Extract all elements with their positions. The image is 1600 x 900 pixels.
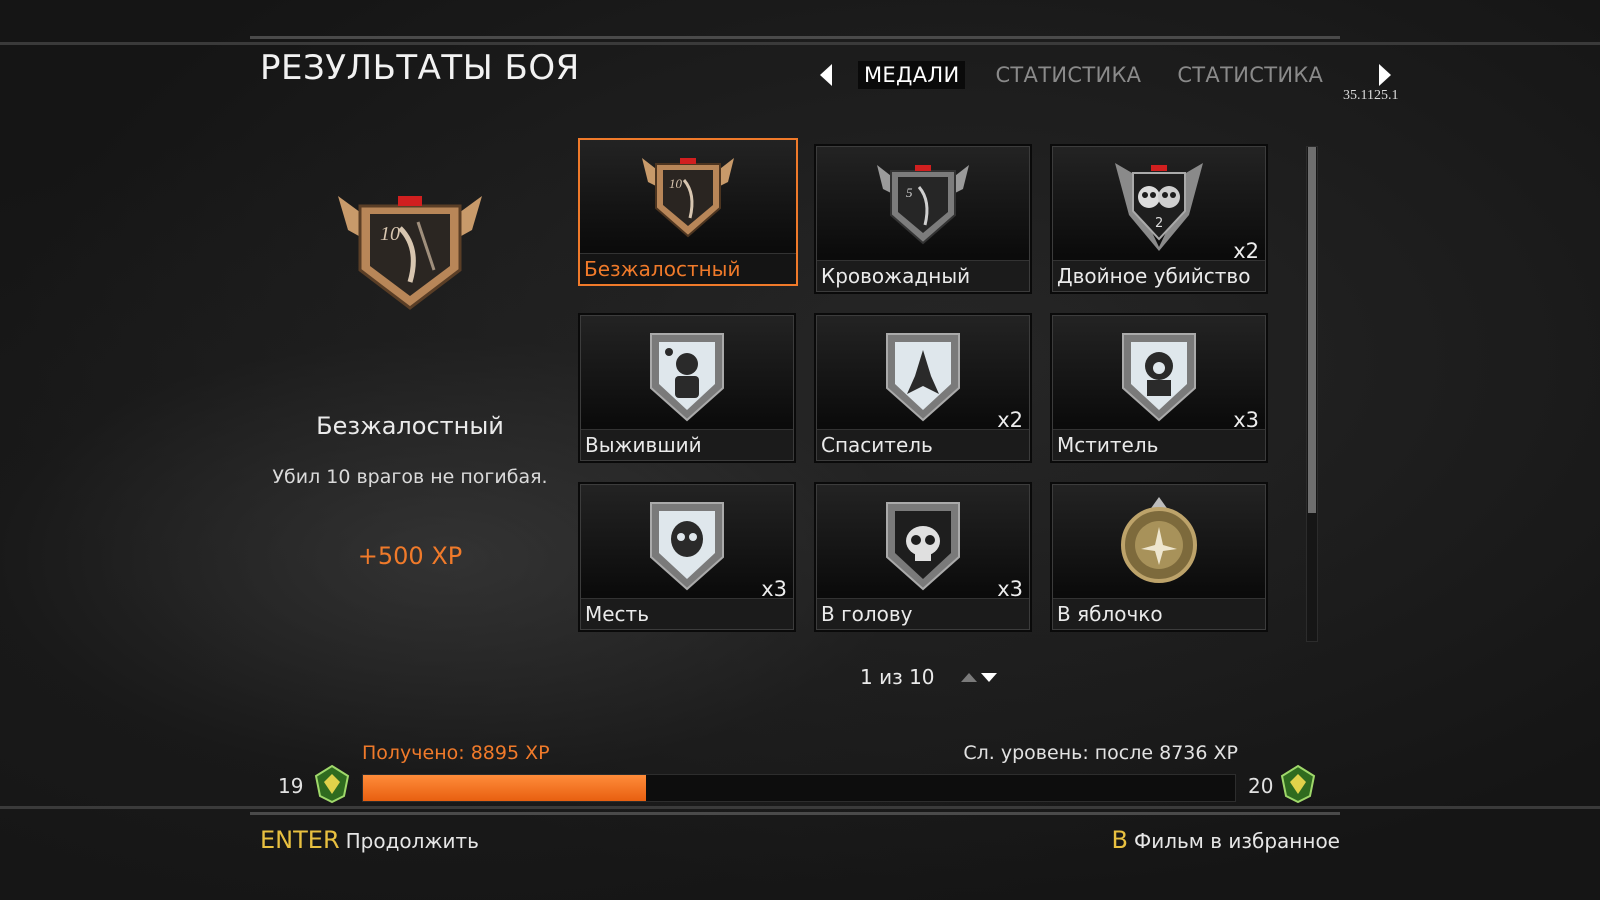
rank-insignia-icon [314, 764, 350, 804]
page-title: РЕЗУЛЬТАТЫ БОЯ [260, 48, 580, 88]
medal-tile-avenger[interactable]: x3 Мститель [1052, 315, 1266, 461]
current-level-number: 19 [278, 774, 304, 798]
xp-earned-label: Получено: 8895 XP [362, 742, 550, 764]
tab-prev-arrow-icon[interactable] [820, 64, 832, 86]
svg-text:10: 10 [669, 176, 683, 191]
tab-bar: МЕДАЛИ СТАТИСТИКА СТАТИСТИКА [820, 60, 1392, 90]
double-kill-medal-icon: 2 [1115, 163, 1203, 251]
pager-down-arrow-icon[interactable] [980, 672, 997, 682]
medal-tile-double-kill[interactable]: 2 x2 Двойное убийство [1052, 146, 1266, 292]
medal-label: Безжалостный [580, 253, 796, 284]
medal-label: В яблочко [1053, 598, 1265, 629]
xp-next-level-label: Сл. уровень: после 8736 XP [963, 742, 1238, 764]
pager-text: 1 из 10 [860, 665, 935, 689]
version-label: 35.1125.1 [1343, 88, 1399, 103]
medal-label: Спаситель [817, 429, 1029, 460]
continue-button[interactable]: ENTER Продолжить [260, 826, 479, 854]
medal-label: Мститель [1053, 429, 1265, 460]
survivor-medal-icon [650, 333, 724, 422]
tab-next-arrow-icon[interactable] [1379, 64, 1392, 86]
selected-medal-xp: +500 XP [357, 542, 463, 570]
avenger-medal-icon [1122, 333, 1196, 422]
medal-label: Двойное убийство [1053, 260, 1265, 291]
continue-label: Продолжить [345, 829, 479, 853]
medal-tile-savior[interactable]: x2 Спаситель [816, 315, 1030, 461]
save-film-label: Фильм в избранное [1134, 829, 1340, 853]
tab-medals[interactable]: МЕДАЛИ [858, 61, 966, 89]
medal-label: Месть [581, 598, 793, 629]
ruthless-medal-icon: 10 [642, 158, 734, 238]
savior-medal-icon [886, 333, 960, 422]
medal-label: Выживший [581, 429, 793, 460]
bottom-frame-notch [250, 812, 1340, 815]
bullseye-medal-icon [1121, 497, 1197, 583]
selected-medal-name: Безжалостный [316, 412, 504, 440]
medal-tile-bloodthirsty[interactable]: 5 Кровожадный [816, 146, 1030, 292]
next-rank-insignia-icon [1280, 764, 1316, 804]
svg-text:10: 10 [380, 223, 400, 245]
revenge-medal-icon [650, 502, 724, 591]
selected-medal-description: Убил 10 врагов не погибая. [272, 466, 548, 488]
medal-tile-survivor[interactable]: Выживший [580, 315, 794, 461]
tab-statistics-2[interactable]: СТАТИСТИКА [1171, 61, 1329, 89]
medal-label: В голову [817, 598, 1029, 629]
b-key-label: B [1111, 826, 1128, 854]
scrollbar-thumb[interactable] [1308, 147, 1316, 513]
xp-progress-fill [363, 775, 647, 801]
headshot-medal-icon [886, 502, 960, 591]
medal-tile-bullseye[interactable]: В яблочко [1052, 484, 1266, 630]
next-level-number: 20 [1248, 774, 1274, 798]
tab-statistics-1[interactable]: СТАТИСТИКА [989, 61, 1147, 89]
medal-scrollbar[interactable] [1306, 146, 1318, 642]
top-frame-line [0, 42, 1600, 45]
medal-tile-ruthless[interactable]: 10 Безжалостный [578, 138, 798, 286]
svg-text:5: 5 [906, 185, 913, 200]
ruthless-medal-large-icon: 10 [338, 196, 482, 310]
pager: 1 из 10 [860, 665, 997, 689]
save-film-button[interactable]: B Фильм в избранное [1112, 826, 1340, 854]
xp-progress-bar [362, 774, 1236, 802]
medal-tile-headshot[interactable]: x3 В голову [816, 484, 1030, 630]
medal-label: Кровожадный [817, 260, 1029, 291]
enter-key-label: ENTER [260, 826, 340, 854]
bottom-frame-line [0, 806, 1600, 809]
bloodthirsty-medal-icon: 5 [877, 165, 969, 245]
svg-text:2: 2 [1155, 216, 1163, 231]
medal-tile-revenge[interactable]: x3 Месть [580, 484, 794, 630]
pager-up-arrow-icon[interactable] [960, 672, 977, 682]
top-frame-notch [250, 36, 1340, 39]
